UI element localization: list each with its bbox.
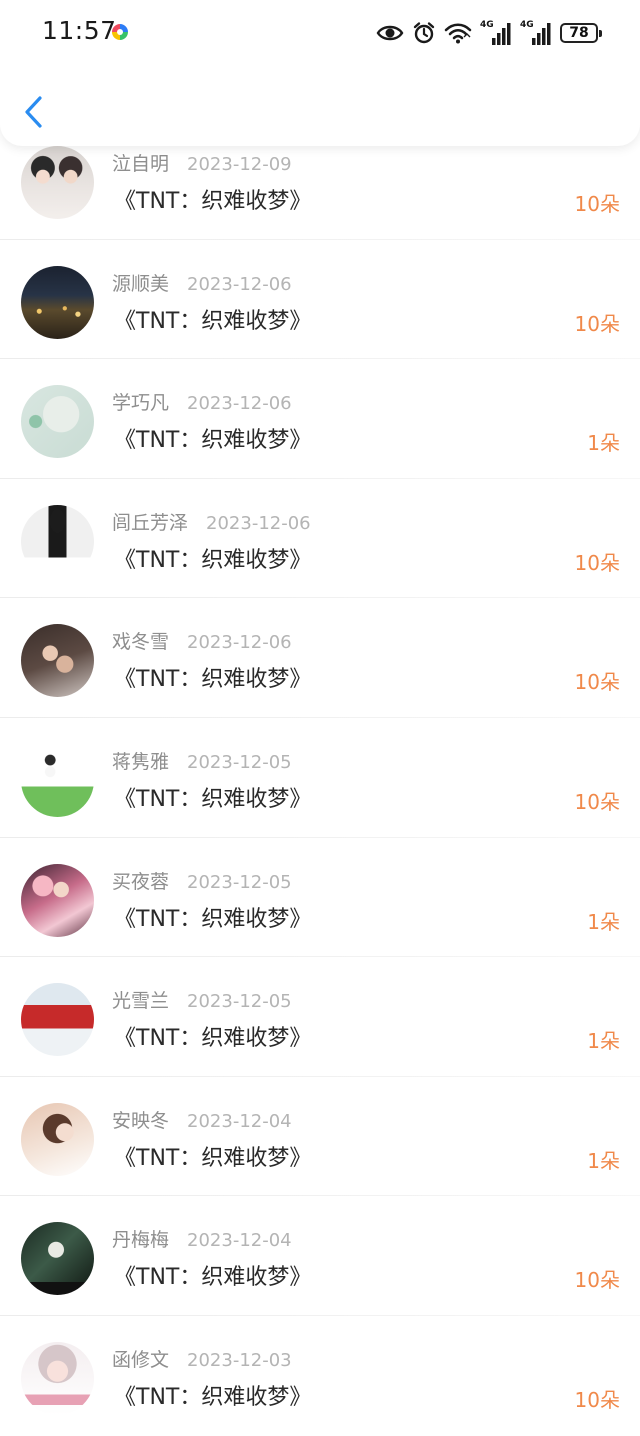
flower-amount: 10朵 <box>574 1268 620 1293</box>
record-date: 2023-12-05 <box>187 991 292 1013</box>
avatar[interactable] <box>21 863 94 937</box>
book-title: 《TNT：织难收梦》 <box>114 308 312 334</box>
flower-amount: 10朵 <box>574 789 620 814</box>
avatar[interactable] <box>21 743 94 817</box>
user-name: 安映冬 <box>112 1109 170 1132</box>
list-item[interactable]: 光雪兰 2023-12-05 《TNT：织难收梦》 1朵 <box>0 957 640 1077</box>
user-name: 泣自明 <box>112 153 170 175</box>
book-title: 《TNT：织难收梦》 <box>114 1265 312 1291</box>
user-name: 丹梅梅 <box>112 1229 170 1252</box>
flower-amount: 10朵 <box>574 1387 620 1412</box>
record-date: 2023-12-03 <box>187 1349 292 1371</box>
record-date: 2023-12-05 <box>187 871 292 893</box>
status-time: 11:57 <box>42 16 117 45</box>
avatar[interactable] <box>21 1341 94 1415</box>
alarm-icon <box>413 22 435 44</box>
gift-record-list: 泣自明 2023-12-09 《TNT：织难收梦》 10朵 源顺美 2023-1… <box>0 120 640 1436</box>
list-item-meta: 光雪兰 2023-12-05 <box>112 986 292 1013</box>
record-date: 2023-12-06 <box>187 273 292 295</box>
cellular-signal-2: 4G <box>520 20 552 46</box>
book-title: 《TNT：织难收梦》 <box>114 1384 312 1410</box>
user-name: 戏冬雪 <box>112 631 170 654</box>
flower-amount: 10朵 <box>574 192 620 216</box>
book-title: 《TNT：织难收梦》 <box>114 667 312 693</box>
signal-bars-icon <box>532 23 551 45</box>
list-item[interactable]: 源顺美 2023-12-06 《TNT：织难收梦》 10朵 <box>0 240 640 360</box>
list-item-meta: 源顺美 2023-12-06 <box>112 269 292 296</box>
list-item-meta: 泣自明 2023-12-09 <box>112 149 292 176</box>
status-bar: 11:57 4G 4G 78 <box>0 0 640 66</box>
list-item-meta: 丹梅梅 2023-12-04 <box>112 1225 292 1252</box>
list-item-meta: 安映冬 2023-12-04 <box>112 1106 292 1133</box>
list-item[interactable]: 丹梅梅 2023-12-04 《TNT：织难收梦》 10朵 <box>0 1196 640 1316</box>
back-button[interactable] <box>20 92 50 132</box>
cellular-signal-1: 4G <box>480 20 512 46</box>
flower-amount: 10朵 <box>574 670 620 695</box>
list-item[interactable]: 闾丘芳泽 2023-12-06 《TNT：织难收梦》 10朵 <box>0 479 640 599</box>
user-name: 光雪兰 <box>112 990 170 1013</box>
book-title: 《TNT：织难收梦》 <box>114 428 312 454</box>
list-item-meta: 闾丘芳泽 2023-12-06 <box>112 508 311 535</box>
list-item[interactable]: 函修文 2023-12-03 《TNT：织难收梦》 10朵 <box>0 1316 640 1436</box>
list-item[interactable]: 戏冬雪 2023-12-06 《TNT：织难收梦》 10朵 <box>0 598 640 718</box>
list-item-meta: 函修文 2023-12-03 <box>112 1345 292 1372</box>
list-item[interactable]: 安映冬 2023-12-04 《TNT：织难收梦》 1朵 <box>0 1077 640 1197</box>
user-name: 源顺美 <box>112 272 170 295</box>
avatar[interactable] <box>21 1222 94 1296</box>
user-name: 闾丘芳泽 <box>112 511 189 534</box>
avatar[interactable] <box>21 624 94 698</box>
record-date: 2023-12-06 <box>187 632 292 654</box>
flower-amount: 10朵 <box>574 550 620 575</box>
record-date: 2023-12-06 <box>187 393 292 415</box>
eye-icon <box>376 25 404 41</box>
record-date: 2023-12-04 <box>187 1110 292 1132</box>
record-date: 2023-12-05 <box>187 751 292 773</box>
list-item-meta: 戏冬雪 2023-12-06 <box>112 627 292 654</box>
user-name: 学巧凡 <box>112 392 170 415</box>
list-item[interactable]: 蒋隽雅 2023-12-05 《TNT：织难收梦》 10朵 <box>0 718 640 838</box>
avatar[interactable] <box>21 146 94 219</box>
battery-icon: 78 <box>560 23 602 43</box>
avatar[interactable] <box>21 385 94 459</box>
book-title: 《TNT：织难收梦》 <box>114 547 312 573</box>
avatar[interactable] <box>21 983 94 1057</box>
wifi-icon <box>444 23 472 44</box>
book-title: 《TNT：织难收梦》 <box>114 189 312 214</box>
avatar[interactable] <box>21 265 94 339</box>
list-item[interactable]: 买夜蓉 2023-12-05 《TNT：织难收梦》 1朵 <box>0 838 640 958</box>
status-icons: 4G 4G 78 <box>376 19 602 47</box>
app-notification-icon <box>112 24 128 40</box>
list-item-meta: 学巧凡 2023-12-06 <box>112 388 292 415</box>
avatar[interactable] <box>21 1102 94 1176</box>
user-name: 函修文 <box>112 1348 170 1371</box>
list-item[interactable]: 学巧凡 2023-12-06 《TNT：织难收梦》 1朵 <box>0 359 640 479</box>
flower-amount: 1朵 <box>587 1148 620 1173</box>
user-name: 蒋隽雅 <box>112 750 170 773</box>
book-title: 《TNT：织难收梦》 <box>114 906 312 932</box>
record-date: 2023-12-06 <box>206 512 311 534</box>
book-title: 《TNT：织难收梦》 <box>114 1026 312 1052</box>
list-item-meta: 蒋隽雅 2023-12-05 <box>112 747 292 774</box>
list-item-meta: 买夜蓉 2023-12-05 <box>112 867 292 894</box>
chevron-left-icon <box>25 96 42 128</box>
book-title: 《TNT：织难收梦》 <box>114 1145 312 1171</box>
flower-amount: 1朵 <box>587 1029 620 1054</box>
avatar[interactable] <box>21 504 94 578</box>
signal-bars-icon <box>492 23 511 45</box>
battery-level: 78 <box>569 25 589 41</box>
record-date: 2023-12-09 <box>187 154 292 175</box>
flower-amount: 1朵 <box>587 431 620 456</box>
book-title: 《TNT：织难收梦》 <box>114 786 312 812</box>
flower-amount: 10朵 <box>574 311 620 336</box>
record-date: 2023-12-04 <box>187 1230 292 1252</box>
flower-amount: 1朵 <box>587 909 620 934</box>
user-name: 买夜蓉 <box>112 870 170 893</box>
